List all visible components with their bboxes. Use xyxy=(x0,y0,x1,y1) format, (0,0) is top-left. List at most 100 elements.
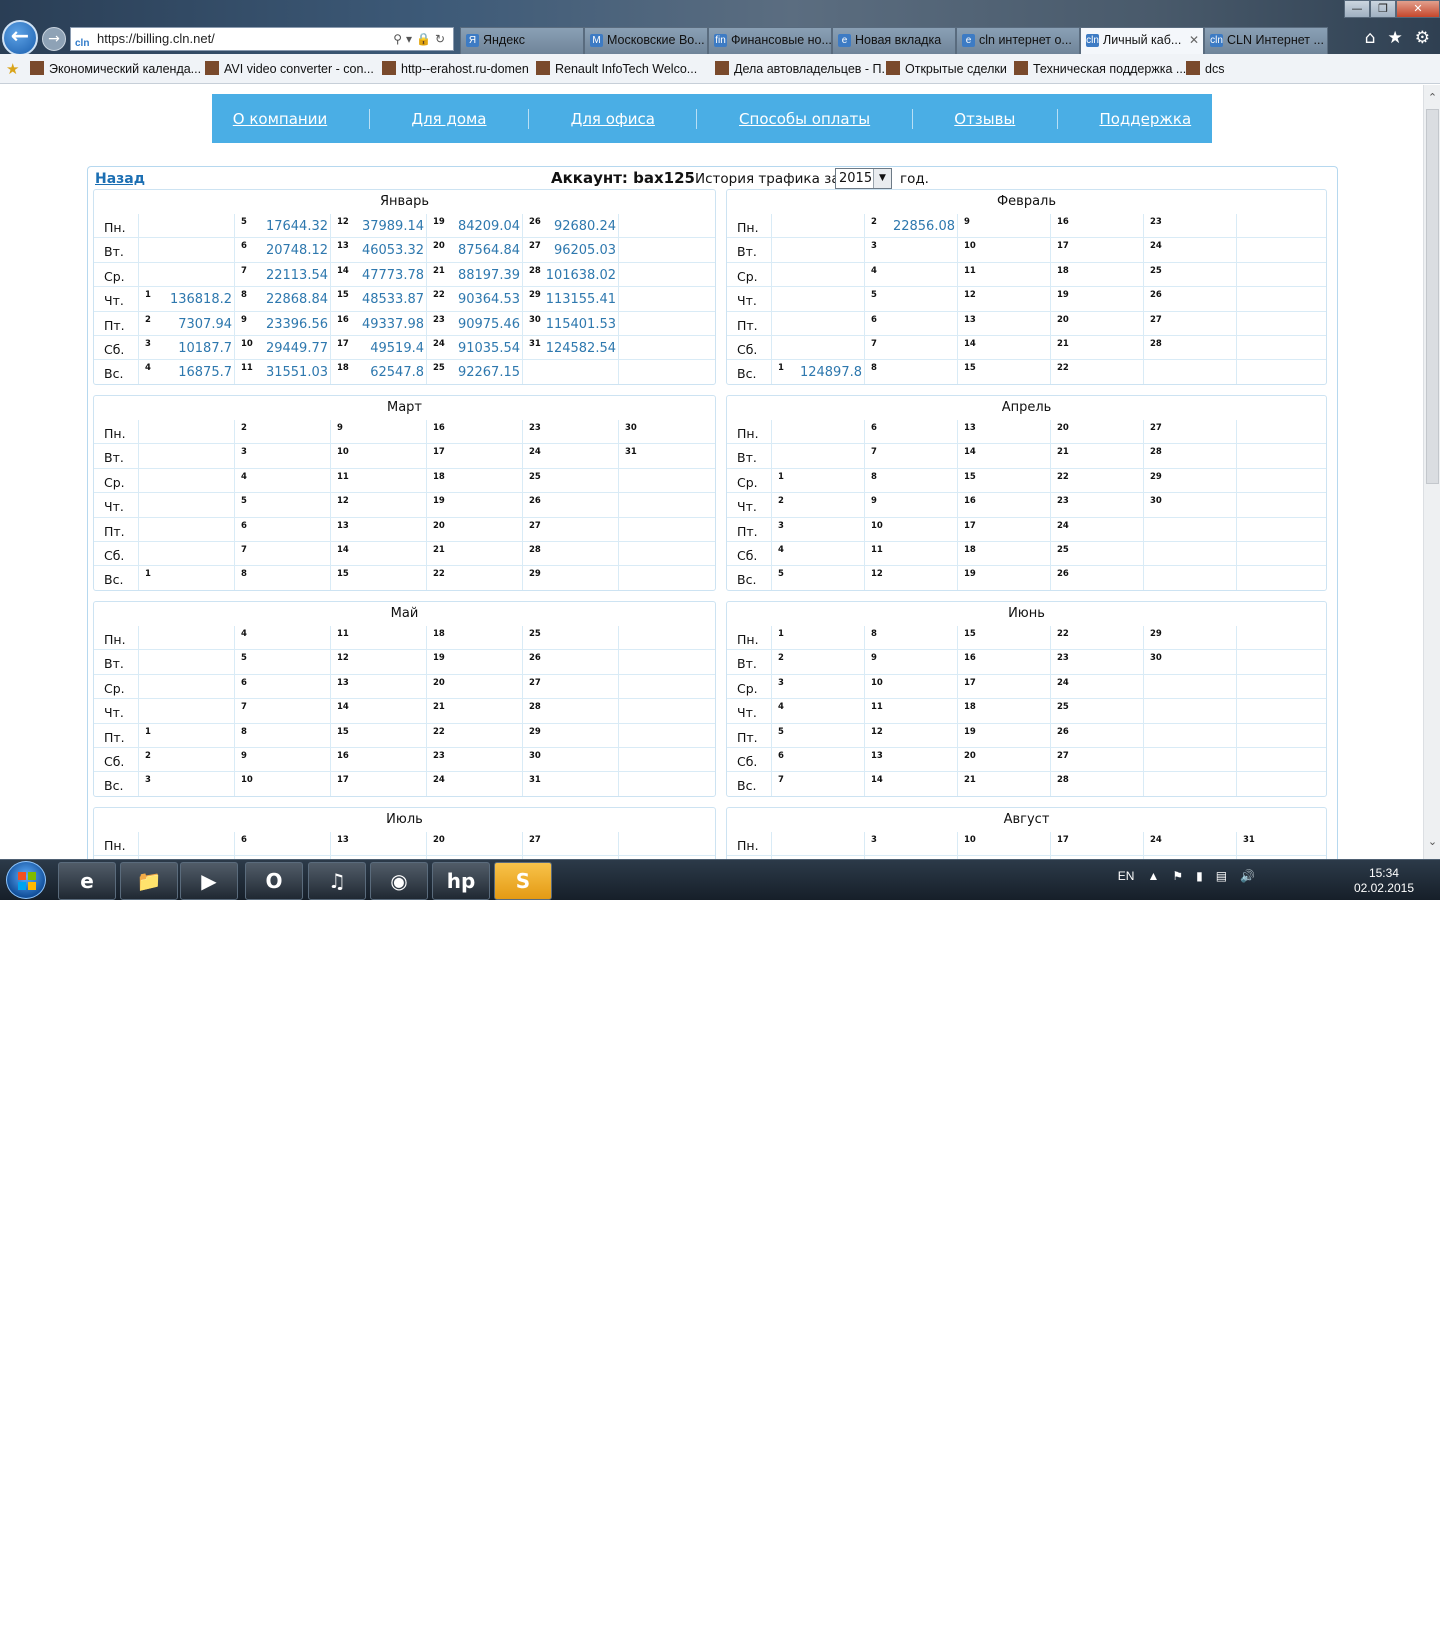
forward-arrow-icon[interactable]: → xyxy=(42,27,66,51)
start-button[interactable] xyxy=(6,861,46,899)
day-number: 27 xyxy=(1150,423,1162,433)
favorite-site-icon xyxy=(30,61,44,75)
chevron-down-icon[interactable]: ▼ xyxy=(873,169,891,188)
favorite-link[interactable]: Техническая поддержка ... xyxy=(1014,61,1186,76)
address-tools[interactable]: ⚲▾🔒↻ xyxy=(393,28,449,50)
menu-item[interactable]: Поддержка xyxy=(1099,110,1191,128)
language-indicator[interactable]: EN xyxy=(1118,869,1135,883)
menu-item[interactable]: Для офиса xyxy=(571,110,655,128)
day-cell xyxy=(1236,444,1329,469)
menu-item[interactable]: Способы оплаты xyxy=(739,110,870,128)
day-cell: 28 xyxy=(1050,772,1143,797)
tab-label: Яндекс xyxy=(483,33,526,47)
battery-icon[interactable]: ▮ xyxy=(1196,869,1203,883)
top-menu: О компании Для дома Для офиса Способы оплат… xyxy=(212,94,1212,143)
day-cell xyxy=(138,214,234,238)
address-bar[interactable]: cln https://billing.cln.net/ ⚲▾🔒↻ xyxy=(70,27,454,51)
browser-tab[interactable]: fin Финансовые но... xyxy=(708,27,832,54)
network-icon[interactable]: ▤ xyxy=(1216,869,1227,883)
itunes-icon[interactable]: ♫ xyxy=(308,862,366,900)
year-select[interactable]: 2015 ▼ xyxy=(835,168,892,189)
clock[interactable]: 15:34 02.02.2015 xyxy=(1354,866,1414,896)
weekday-label: Сб. xyxy=(104,341,125,357)
day-cell: 19 xyxy=(957,723,1050,748)
weekday-row: Пн. 4 11 18 25 xyxy=(94,626,715,651)
day-cell: 5 17644.32 xyxy=(234,214,330,238)
internet-explorer-icon[interactable]: e xyxy=(58,862,116,900)
gear-icon[interactable]: ⚙ xyxy=(1415,28,1430,48)
menu-item[interactable]: О компании xyxy=(233,110,327,128)
scroll-down-icon[interactable]: ⌄ xyxy=(1424,835,1440,851)
day-cell: 25 92267.15 xyxy=(426,360,522,385)
day-cell: 14 xyxy=(330,541,426,566)
file-explorer-icon[interactable]: 📁 xyxy=(120,862,178,900)
outlook-icon[interactable]: O xyxy=(245,862,303,900)
scroll-up-icon[interactable]: ⌃ xyxy=(1424,91,1440,107)
browser-tab[interactable]: e cln интернет о... xyxy=(956,27,1080,54)
action-center-flag-icon[interactable]: ⚑ xyxy=(1172,869,1183,883)
close-icon[interactable]: ✕ xyxy=(1396,0,1440,18)
day-cell: 25 xyxy=(1143,262,1236,287)
day-number: 14 xyxy=(337,702,349,713)
chrome-icon[interactable]: ◉ xyxy=(370,862,428,900)
day-number: 20 xyxy=(433,677,445,688)
scrollbar-thumb[interactable] xyxy=(1426,109,1439,484)
weekday-label: Сб. xyxy=(737,753,758,769)
day-cell: 9 xyxy=(330,420,426,444)
back-link[interactable]: Назад xyxy=(95,171,145,187)
back-arrow-icon[interactable]: ← xyxy=(2,20,38,56)
traffic-value: 17644.32 xyxy=(265,219,328,234)
day-number: 20 xyxy=(1057,423,1069,433)
favorites-star-icon[interactable]: ★ xyxy=(1388,28,1403,48)
day-number: 22 xyxy=(1057,629,1069,639)
day-number: 8 xyxy=(241,290,247,301)
tray-expand-icon[interactable]: ▲ xyxy=(1147,869,1159,883)
weekday-label: Вт. xyxy=(104,244,124,260)
skype-icon[interactable]: S xyxy=(494,862,552,900)
day-number: 15 xyxy=(964,471,976,482)
traffic-value: 48533.87 xyxy=(361,292,424,308)
day-number: 2 xyxy=(145,314,151,325)
day-number: 30 xyxy=(625,423,637,433)
minimize-icon[interactable]: — xyxy=(1344,0,1370,18)
day-number: 6 xyxy=(241,241,247,252)
favorite-link[interactable]: dcs xyxy=(1186,61,1224,76)
favorites-bar-star-icon[interactable]: ★ xyxy=(6,60,19,78)
weekday-label: Чт. xyxy=(737,705,757,721)
day-cell: 4 xyxy=(234,626,330,650)
address-url[interactable]: https://billing.cln.net/ xyxy=(97,31,215,46)
day-cell: 20 xyxy=(426,517,522,542)
day-cell: 25 xyxy=(522,468,618,493)
close-tab-icon[interactable]: ✕ xyxy=(1189,28,1199,53)
browser-tab[interactable]: М Московские Во... xyxy=(584,27,708,54)
day-cell: 2 xyxy=(771,493,864,518)
favorite-label: http--erahost.ru-domen xyxy=(401,62,529,76)
day-cell: 3 xyxy=(234,444,330,469)
hp-icon[interactable]: hp xyxy=(432,862,490,900)
favorite-link[interactable]: Дела автовладельцев - П... xyxy=(715,61,892,76)
favorite-link[interactable]: http--erahost.ru-domen xyxy=(382,61,529,76)
day-cell: 7 xyxy=(234,541,330,566)
media-player-icon[interactable]: ▶ xyxy=(180,862,238,900)
menu-item[interactable]: Для дома xyxy=(411,110,486,128)
traffic-value: 115401.53 xyxy=(545,316,616,332)
restore-icon[interactable]: ❐ xyxy=(1370,0,1396,18)
favorite-link[interactable]: AVI video converter - con... xyxy=(205,61,374,76)
favorite-link[interactable]: Открытые сделки xyxy=(886,61,1007,76)
day-cell: 22 xyxy=(1050,468,1143,493)
browser-tab[interactable]: e Новая вкладка xyxy=(832,27,956,54)
day-number: 15 xyxy=(964,363,976,374)
browser-tab[interactable]: Я Яндекс xyxy=(460,27,584,54)
favorite-link[interactable]: Renault InfoTech Welco... xyxy=(536,61,697,76)
favorite-link[interactable]: Экономический календа... xyxy=(30,61,201,76)
month-calendar: Май Пн. 4 11 18 25 Вт. 5 12 19 26 Ср. 6 13 20 27 Чт. 7 14 2… xyxy=(93,601,716,797)
volume-icon[interactable]: 🔊 xyxy=(1240,869,1255,883)
home-icon[interactable]: ⌂ xyxy=(1365,28,1376,48)
vertical-scrollbar[interactable]: ⌃ ⌄ xyxy=(1423,85,1440,859)
browser-tab[interactable]: cln Личный каб... ✕ xyxy=(1080,27,1204,54)
day-number: 7 xyxy=(241,265,247,276)
day-number: 11 xyxy=(241,363,253,374)
browser-tab[interactable]: cln CLN Интернет ... xyxy=(1204,27,1328,54)
menu-item[interactable]: Отзывы xyxy=(954,110,1015,128)
day-number: 21 xyxy=(1057,338,1069,349)
